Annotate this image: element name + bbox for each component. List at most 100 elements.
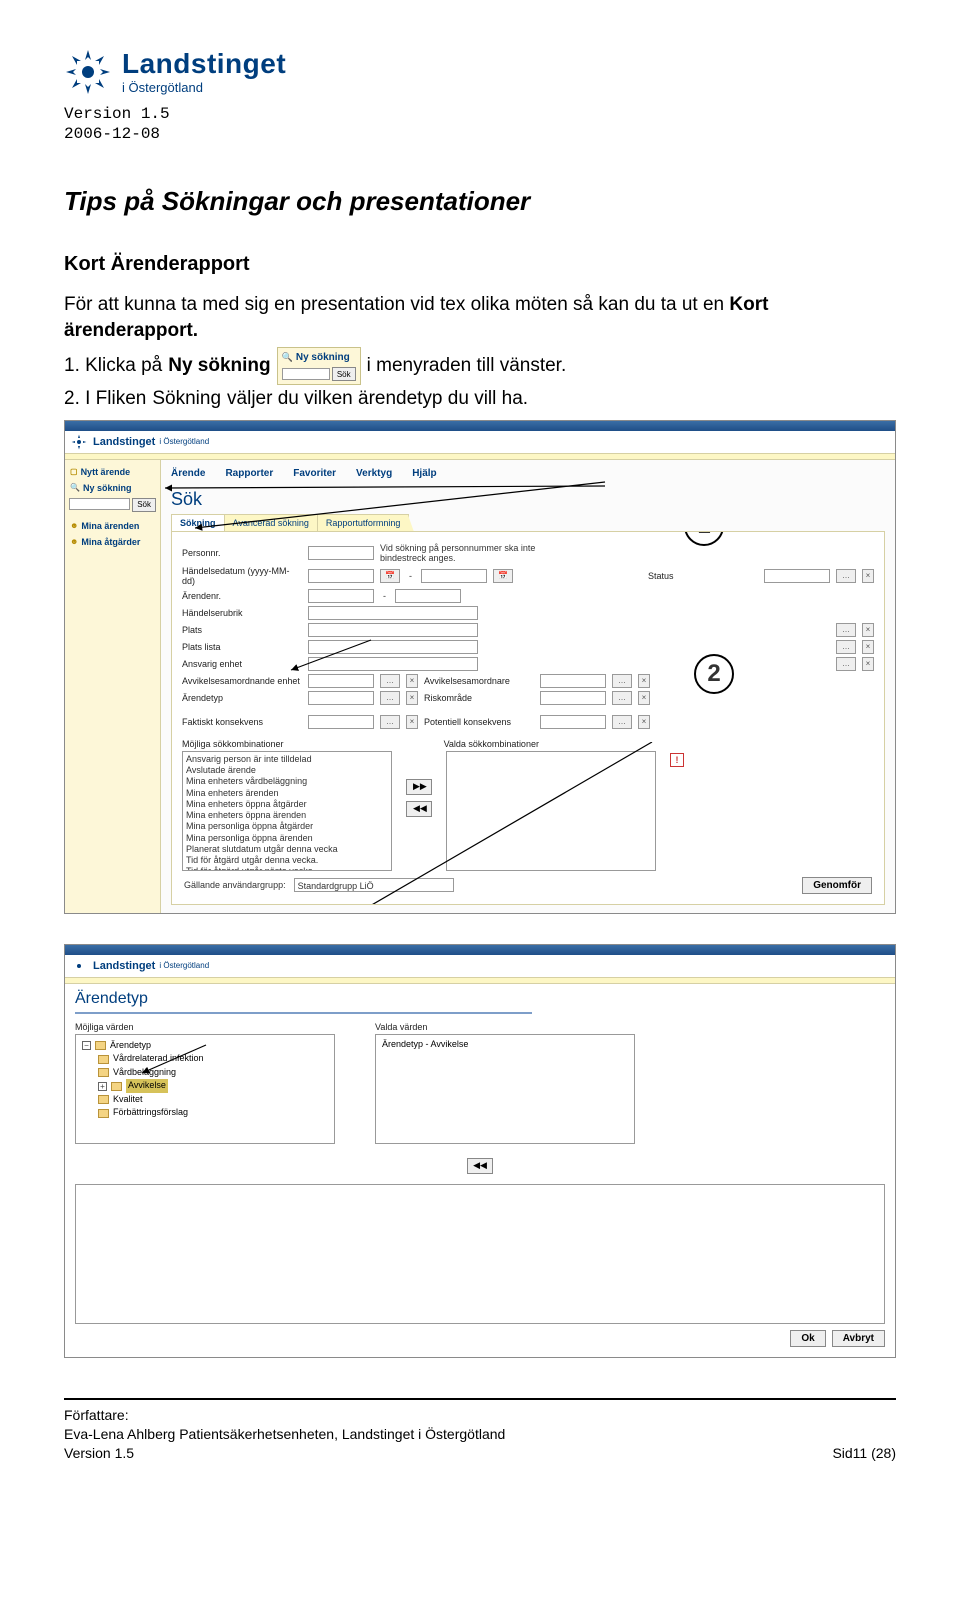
picker-button[interactable]: …: [380, 715, 400, 729]
calendar-icon[interactable]: 📅: [380, 569, 400, 583]
clear-button[interactable]: ×: [638, 715, 650, 729]
mojliga-listbox[interactable]: Ansvarig person är inte tilldelad Avslut…: [182, 751, 392, 871]
valda-listbox[interactable]: [446, 751, 656, 871]
list-item[interactable]: Tid för åtgärd utgår nästa vecka.: [186, 866, 388, 871]
clear-button[interactable]: ×: [406, 691, 418, 705]
list-item[interactable]: Mina personliga öppna ärenden: [186, 833, 388, 844]
sidebar-label: Mina ärenden: [81, 521, 139, 531]
dialog-title: Ärendetyp: [65, 984, 895, 1010]
alert-icon[interactable]: !: [670, 753, 684, 767]
picker-button[interactable]: …: [612, 715, 632, 729]
tree-item[interactable]: Vårdrelaterad infektion: [113, 1052, 204, 1066]
tab-sokning[interactable]: Sökning: [171, 514, 225, 531]
list-item[interactable]: Tid för åtgärd utgår denna vecka.: [186, 855, 388, 866]
menu-item[interactable]: Ärende: [171, 468, 205, 479]
mini-search-input[interactable]: [282, 368, 330, 380]
clear-button[interactable]: ×: [862, 640, 874, 654]
page-subtitle: Sök: [171, 489, 885, 510]
folder-icon: [98, 1068, 109, 1077]
arendenr-to[interactable]: [395, 589, 461, 603]
footer-line-3: Version 1.5: [64, 1444, 832, 1463]
tree-item[interactable]: Kvalitet: [113, 1093, 143, 1107]
list-item[interactable]: Avslutade ärende: [186, 765, 388, 776]
lower-large-box[interactable]: [75, 1184, 885, 1324]
potentiell-input[interactable]: [540, 715, 606, 729]
sidebar-item-mina-atgarder[interactable]: ☻Mina åtgärder: [69, 534, 156, 550]
sidebar-item-ny-sokning[interactable]: 🔍Ny sökning: [69, 480, 156, 496]
date-to-input[interactable]: [421, 569, 487, 583]
version-label: Version 1.5: [64, 104, 896, 124]
clear-button[interactable]: ×: [638, 674, 650, 688]
picker-button[interactable]: …: [380, 691, 400, 705]
sidebar-item-mina-arenden[interactable]: ☻Mina ärenden: [69, 518, 156, 534]
list-item[interactable]: Mina enheters öppna ärenden: [186, 810, 388, 821]
arendetyp-input[interactable]: [308, 691, 374, 705]
label-arendetyp: Ärendetyp: [182, 693, 302, 703]
faktisk-input[interactable]: [308, 715, 374, 729]
sidebar-search-button[interactable]: Sök: [132, 498, 156, 512]
menu-item[interactable]: Verktyg: [356, 468, 392, 479]
move-right-button[interactable]: ▶▶: [406, 779, 432, 795]
picker-button[interactable]: …: [836, 657, 856, 671]
arendenr-from[interactable]: [308, 589, 374, 603]
list-item[interactable]: Mina enheters ärenden: [186, 788, 388, 799]
avviksam-input[interactable]: [540, 674, 606, 688]
list-item[interactable]: Mina enheters vårdbeläggning: [186, 776, 388, 787]
menu-item[interactable]: Rapporter: [225, 468, 273, 479]
folder-icon: [98, 1055, 109, 1064]
tree-root[interactable]: Ärendetyp: [110, 1039, 151, 1053]
clear-button[interactable]: ×: [406, 715, 418, 729]
calendar-icon[interactable]: 📅: [493, 569, 513, 583]
list-item[interactable]: Mina enheters öppna åtgärder: [186, 799, 388, 810]
risk-input[interactable]: [540, 691, 606, 705]
collapse-icon[interactable]: −: [82, 1041, 91, 1050]
expand-icon[interactable]: +: [98, 1082, 107, 1091]
ok-button[interactable]: Ok: [790, 1330, 825, 1347]
picker-button[interactable]: …: [836, 569, 856, 583]
picker-button[interactable]: …: [836, 640, 856, 654]
tree-mojliga[interactable]: − Ärendetyp Vårdrelaterad infektion Vårdb…: [75, 1034, 335, 1144]
app-logo-icon: [71, 434, 87, 450]
clear-button[interactable]: ×: [862, 657, 874, 671]
tree-item[interactable]: Förbättringsförslag: [113, 1106, 188, 1120]
list-item[interactable]: Ansvarig person är inte tilldelad: [186, 754, 388, 765]
picker-button[interactable]: …: [380, 674, 400, 688]
clear-button[interactable]: ×: [638, 691, 650, 705]
tree-item[interactable]: Vårdbeläggning: [113, 1066, 176, 1080]
personnr-input[interactable]: [308, 546, 374, 560]
step-2: 2. I Fliken Sökning väljer du vilken äre…: [64, 385, 896, 414]
date-label: 2006-12-08: [64, 124, 896, 144]
cancel-button[interactable]: Avbryt: [832, 1330, 885, 1347]
move-left-button[interactable]: ◀◀: [467, 1158, 493, 1174]
tab-avancerad[interactable]: Avancerad sökning: [224, 514, 318, 531]
mini-label: Ny sökning: [296, 350, 350, 365]
clear-button[interactable]: ×: [862, 623, 874, 637]
move-left-button[interactable]: ◀◀: [406, 801, 432, 817]
plats-input[interactable]: [308, 623, 478, 637]
date-from-input[interactable]: [308, 569, 374, 583]
tab-rapport[interactable]: Rapportutformning: [317, 514, 410, 531]
user-group-field[interactable]: Standardgrupp LiÖ: [294, 878, 454, 892]
menu-item[interactable]: Favoriter: [293, 468, 336, 479]
list-item[interactable]: Planerat slutdatum utgår denna vecka: [186, 844, 388, 855]
clear-button[interactable]: ×: [862, 569, 874, 583]
ansvarig-input[interactable]: [308, 657, 478, 671]
clear-button[interactable]: ×: [406, 674, 418, 688]
title-rule: [75, 1012, 532, 1014]
sidebar-item-nytt-arende[interactable]: ▢Nytt ärende: [69, 464, 156, 480]
genomfor-button[interactable]: Genomför: [802, 877, 872, 894]
picker-button[interactable]: …: [612, 691, 632, 705]
status-input[interactable]: [764, 569, 830, 583]
menu-item[interactable]: Hjälp: [412, 468, 436, 479]
list-item[interactable]: Mina personliga öppna åtgärder: [186, 821, 388, 832]
rubrik-input[interactable]: [308, 606, 478, 620]
avvik-input[interactable]: [308, 674, 374, 688]
tree-item-selected[interactable]: Avvikelse: [126, 1079, 168, 1093]
selected-value[interactable]: Ärendetyp - Avvikelse: [382, 1039, 628, 1049]
valda-box[interactable]: Ärendetyp - Avvikelse: [375, 1034, 635, 1144]
mini-search-button[interactable]: Sök: [332, 367, 356, 381]
picker-button[interactable]: …: [836, 623, 856, 637]
sidebar-search-input[interactable]: [69, 498, 130, 510]
picker-button[interactable]: …: [612, 674, 632, 688]
platslista-input[interactable]: [308, 640, 478, 654]
